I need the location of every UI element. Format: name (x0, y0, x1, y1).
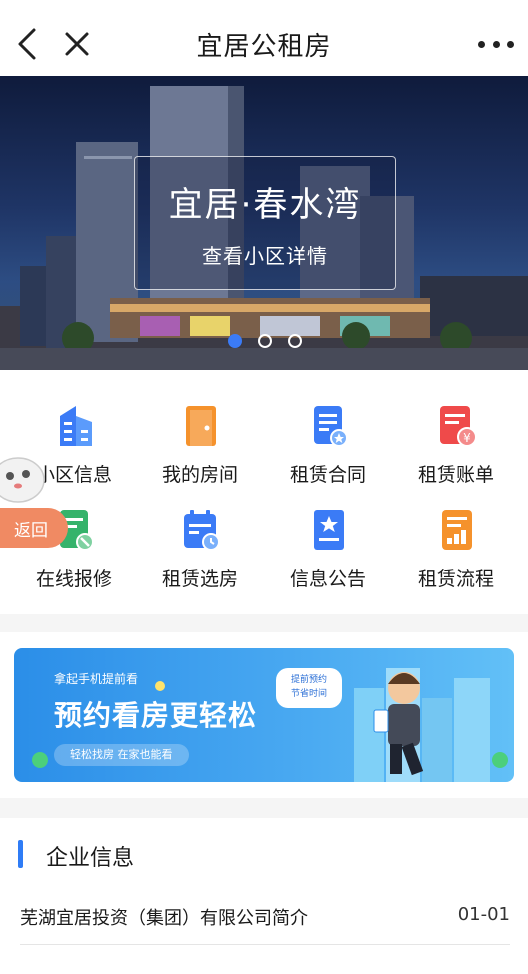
section-title: 企业信息 (46, 846, 135, 871)
mascot-icon[interactable] (0, 450, 46, 510)
carousel-dot[interactable] (228, 334, 242, 348)
close-icon[interactable] (62, 28, 92, 60)
ad-pill-text: 轻松找房 在家也能看 (54, 744, 189, 766)
buildings-icon (54, 404, 96, 448)
menu-label: 我的房间 (161, 464, 238, 486)
list-item-date: 01-01 (457, 904, 510, 925)
menu-label: 信息公告 (289, 568, 366, 590)
carousel-dot[interactable] (258, 334, 272, 348)
calendar-icon (180, 508, 222, 552)
divider (20, 944, 510, 945)
menu-item-lease-room-selection[interactable]: 租赁选房 (134, 508, 266, 608)
navbar: 宜居公租房 (0, 0, 528, 88)
list-item[interactable]: 芜湖宜居投资（集团）有限公司简介 01-01 (20, 896, 510, 944)
carousel-indicator (228, 334, 302, 348)
bubble-line: 节省时间 (290, 689, 327, 699)
ad-small-text: 拿起手机提前看 (54, 672, 139, 686)
menu-item-lease-bill[interactable]: ¥ 租赁账单 (390, 404, 522, 504)
menu-label: 在线报修 (35, 568, 112, 590)
menu-label: 租赁流程 (417, 568, 494, 590)
banner-title: 宜居·春水湾 (168, 185, 362, 225)
contract-icon (308, 404, 350, 448)
carousel-dot[interactable] (288, 334, 302, 348)
bubble-line: 提前预约 (290, 675, 327, 685)
back-arrow-icon[interactable] (14, 26, 44, 62)
bill-icon: ¥ (436, 404, 478, 448)
banner-title-frame: 宜居·春水湾 查看小区详情 (134, 156, 396, 290)
process-icon (436, 508, 478, 552)
menu-label: 租赁账单 (417, 464, 494, 486)
door-icon (180, 404, 222, 448)
menu-label: 租赁选房 (161, 568, 238, 590)
ad-main-text: 预约看房更轻松 (54, 699, 258, 732)
menu-item-lease-process[interactable]: 租赁流程 (390, 508, 522, 608)
service-menu-grid: 小区信息 我的房间 租赁合同 ¥ 租赁账单 在线报修 租赁选房 信息公告 租赁流… (0, 370, 528, 614)
section-accent-bar (18, 840, 23, 868)
svg-text:¥: ¥ (463, 431, 471, 445)
banner-subtitle[interactable]: 查看小区详情 (202, 240, 328, 269)
appointment-ad-banner[interactable]: 拿起手机提前看 预约看房更轻松 轻松找房 在家也能看 提前预约 节省时间 (14, 648, 514, 782)
bookmark-icon (308, 508, 350, 552)
page-title: 宜居公租房 (196, 31, 332, 62)
ad-speech-bubble: 提前预约 节省时间 (276, 668, 342, 708)
menu-item-announcements[interactable]: 信息公告 (262, 508, 394, 608)
menu-label: 租赁合同 (289, 464, 366, 486)
menu-item-lease-contract[interactable]: 租赁合同 (262, 404, 394, 504)
banner-carousel[interactable]: 宜居·春水湾 查看小区详情 (0, 76, 528, 370)
company-info-section: 企业信息 芜湖宜居投资（集团）有限公司简介 01-01 (0, 818, 528, 974)
return-button[interactable]: 返回 (0, 508, 68, 548)
list-item-title: 芜湖宜居投资（集团）有限公司简介 (20, 908, 308, 929)
more-icon[interactable] (478, 30, 514, 58)
menu-item-my-room[interactable]: 我的房间 (134, 404, 266, 504)
ad-section: 拿起手机提前看 预约看房更轻松 轻松找房 在家也能看 提前预约 节省时间 (0, 632, 528, 798)
